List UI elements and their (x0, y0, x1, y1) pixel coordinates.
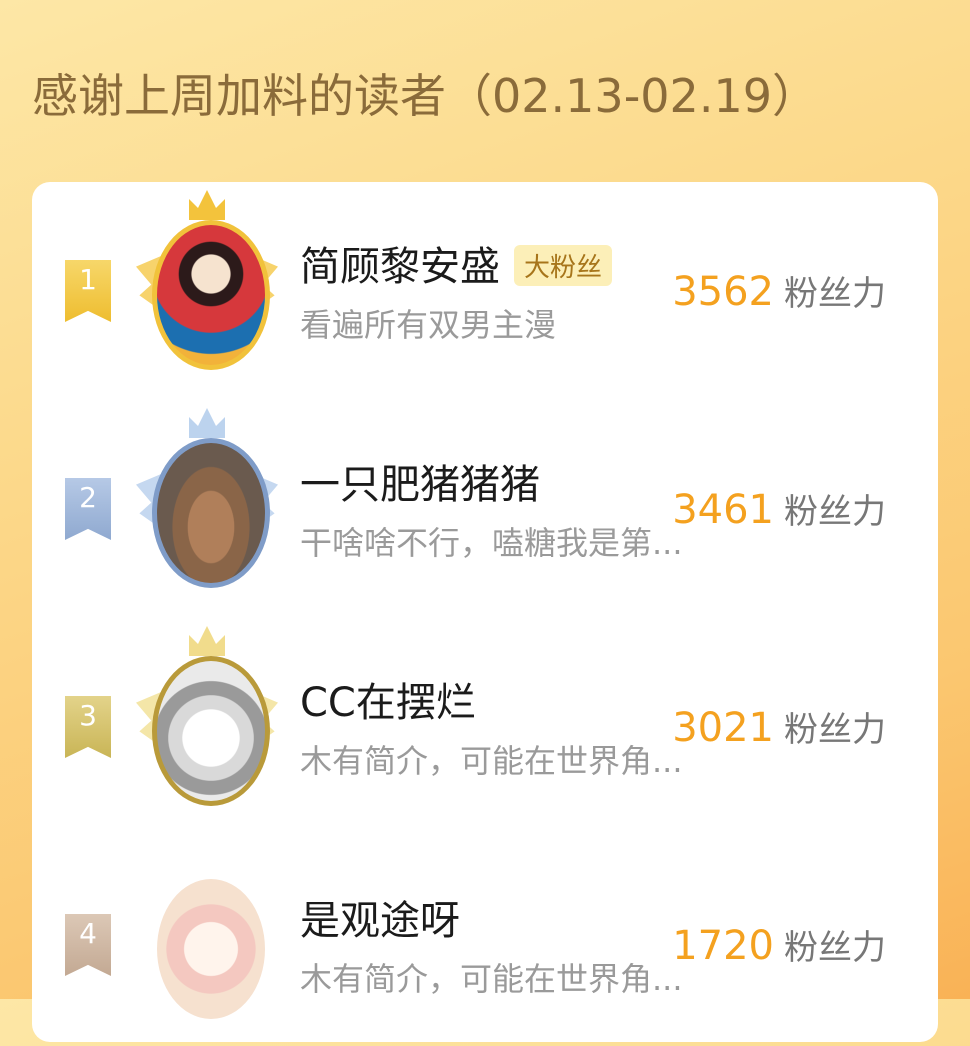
rank-badge: 4 (65, 914, 111, 976)
fan-power-unit: 粉丝力 (784, 274, 886, 314)
reader-name[interactable]: 是观途呀 (300, 888, 460, 946)
page-title: 感谢上周加料的读者（02.13-02.19） (32, 69, 818, 123)
avatar-image (152, 874, 270, 1024)
reader-name-text: 简顾黎安盛 (300, 244, 500, 290)
crown-icon (189, 408, 225, 438)
rank-badge: 1 (65, 260, 111, 322)
reader-description: 看遍所有双男主漫 (300, 306, 557, 344)
list-item[interactable]: 1 简顾黎安盛 大粉丝 看遍所有双男主漫 3562 粉丝力 (32, 182, 938, 392)
crown-icon (189, 190, 225, 220)
fan-power: 3562 粉丝力 (672, 266, 886, 315)
avatar[interactable] (132, 844, 282, 1024)
fan-level-badge: 大粉丝 (514, 244, 613, 286)
list-item[interactable]: 3 CC在摆烂 木有简介，可能在世界角... 3021 粉丝力 (32, 618, 938, 828)
reader-name[interactable]: 一只肥猪猪猪 (300, 452, 540, 510)
reader-list-card: 1 简顾黎安盛 大粉丝 看遍所有双男主漫 3562 粉丝力 2 一只肥猪猪猪 干啥啥… (32, 182, 938, 1042)
fan-power-value: 3021 (672, 705, 774, 751)
reader-description: 干啥啥不行，嗑糖我是第... (300, 524, 683, 562)
avatar-image (152, 438, 270, 588)
reader-description: 木有简介，可能在世界角... (300, 960, 683, 998)
avatar-image (152, 656, 270, 806)
avatar[interactable] (132, 190, 282, 370)
fan-power-value: 1720 (672, 923, 774, 969)
fan-power: 1720 粉丝力 (672, 920, 886, 969)
reader-name[interactable]: 简顾黎安盛 大粉丝 (300, 234, 613, 292)
fan-power-value: 3562 (672, 269, 774, 315)
fan-power-unit: 粉丝力 (784, 710, 886, 750)
fan-power-value: 3461 (672, 487, 774, 533)
avatar[interactable] (132, 626, 282, 806)
fan-power: 3461 粉丝力 (672, 484, 886, 533)
reader-name[interactable]: CC在摆烂 (300, 670, 476, 728)
list-item[interactable]: 4 是观途呀 木有简介，可能在世界角... 1720 粉丝力 (32, 836, 938, 1046)
reader-description: 木有简介，可能在世界角... (300, 742, 683, 780)
rank-badge: 3 (65, 696, 111, 758)
avatar[interactable] (132, 408, 282, 588)
fan-power-unit: 粉丝力 (784, 492, 886, 532)
fan-power-unit: 粉丝力 (784, 928, 886, 968)
crown-icon (189, 626, 225, 656)
fan-power: 3021 粉丝力 (672, 702, 886, 751)
rank-badge: 2 (65, 478, 111, 540)
avatar-image (152, 220, 270, 370)
list-item[interactable]: 2 一只肥猪猪猪 干啥啥不行，嗑糖我是第... 3461 粉丝力 (32, 400, 938, 610)
